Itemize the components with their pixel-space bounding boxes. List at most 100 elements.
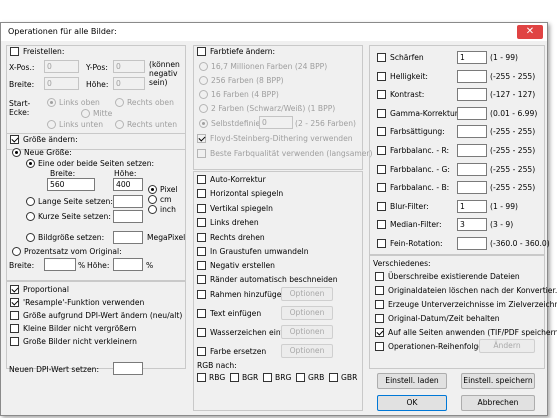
image-size-field[interactable] — [113, 231, 143, 244]
adjust-checkbox[interactable] — [377, 109, 386, 118]
adjust-checkbox[interactable] — [377, 165, 386, 174]
radio-unit-cm[interactable] — [148, 195, 157, 204]
adjust-field[interactable]: 3 — [457, 218, 487, 231]
radio-long-side[interactable] — [26, 197, 35, 206]
flip-horizontal-checkbox[interactable] — [197, 189, 206, 198]
adjust-field[interactable] — [457, 144, 487, 157]
percent-height-field[interactable] — [113, 258, 143, 271]
ypos-field[interactable]: 0 — [113, 60, 145, 73]
adjust-field[interactable] — [457, 163, 487, 176]
custom-colors-field[interactable]: 0 — [259, 116, 293, 129]
radio-percentage[interactable] — [12, 247, 21, 256]
adjust-checkbox[interactable] — [377, 146, 386, 155]
resize-checkbox[interactable] — [10, 135, 19, 144]
replace-color-checkbox[interactable] — [197, 347, 206, 356]
adjust-label: Farbbalanc. - B: — [390, 183, 450, 192]
adjust-field[interactable] — [457, 181, 487, 194]
auto-correct-checkbox[interactable] — [197, 175, 206, 184]
no-shrink-checkbox[interactable] — [10, 337, 19, 346]
rgb-bgr-checkbox[interactable] — [230, 373, 239, 382]
rotate-right-checkbox[interactable] — [197, 233, 206, 242]
crop-checkbox[interactable] — [10, 47, 19, 56]
radio-image-size[interactable] — [26, 233, 35, 242]
text-options-button[interactable]: Optionen — [281, 306, 333, 320]
adjust-field[interactable]: 1 — [457, 200, 487, 213]
radio-new-size[interactable] — [12, 148, 21, 157]
adjust-field[interactable] — [457, 70, 487, 83]
operation-order-checkbox[interactable] — [375, 342, 384, 351]
best-quality-checkbox[interactable] — [197, 149, 206, 158]
dithering-checkbox[interactable] — [197, 134, 206, 143]
rgb-rbg-checkbox[interactable] — [197, 373, 206, 382]
cancel-button[interactable]: Abbrechen — [461, 395, 535, 411]
delete-originals-checkbox[interactable] — [375, 286, 384, 295]
adjust-checkbox[interactable] — [377, 202, 386, 211]
radio-bottom-right[interactable] — [115, 120, 124, 129]
grayscale-checkbox[interactable] — [197, 247, 206, 256]
insert-text-checkbox[interactable] — [197, 309, 206, 318]
xpos-field[interactable]: 0 — [44, 60, 79, 73]
dpi-resize-checkbox[interactable] — [10, 311, 19, 320]
rgb-gbr-checkbox[interactable] — [329, 373, 338, 382]
adjust-checkbox[interactable] — [377, 127, 386, 136]
adjust-field[interactable] — [457, 107, 487, 120]
keep-date-checkbox[interactable] — [375, 314, 384, 323]
radio-24bpp[interactable] — [199, 62, 208, 71]
adjust-field[interactable] — [457, 237, 487, 250]
radio-unit-pixel[interactable] — [148, 185, 157, 194]
ok-button[interactable]: OK — [377, 395, 447, 411]
proportional-checkbox[interactable] — [10, 285, 19, 294]
radio-4bpp[interactable] — [199, 90, 208, 99]
watermark-checkbox[interactable] — [197, 328, 206, 337]
radio-center[interactable] — [81, 109, 90, 118]
color-depth-checkbox[interactable] — [197, 47, 206, 56]
color-options-button[interactable]: Optionen — [281, 344, 333, 358]
crop-height-field[interactable]: 0 — [113, 77, 145, 90]
width-field[interactable]: 560 — [47, 178, 95, 191]
crop-width-field[interactable]: 0 — [44, 77, 79, 90]
adjust-checkbox[interactable] — [377, 183, 386, 192]
close-button[interactable]: ✕ — [517, 25, 543, 39]
resample-checkbox[interactable] — [10, 298, 19, 307]
adjust-checkbox[interactable] — [377, 220, 386, 229]
rotate-left-checkbox[interactable] — [197, 218, 206, 227]
radio-unit-inch[interactable] — [148, 205, 157, 214]
flip-vertical-checkbox[interactable] — [197, 204, 206, 213]
radio-custom-colors[interactable] — [199, 119, 208, 128]
radio-bottom-left[interactable] — [47, 120, 56, 129]
new-dpi-field[interactable] — [113, 362, 143, 375]
adjust-field[interactable] — [457, 88, 487, 101]
short-side-field[interactable] — [113, 210, 143, 223]
adjust-field[interactable] — [457, 125, 487, 138]
rgb-brg-checkbox[interactable] — [263, 373, 272, 382]
radio-8bpp[interactable] — [199, 76, 208, 85]
adjust-checkbox[interactable] — [377, 239, 386, 248]
overwrite-checkbox[interactable] — [375, 272, 384, 281]
adjust-checkbox[interactable] — [377, 90, 386, 99]
top-right-label: Rechts oben — [127, 98, 174, 107]
no-enlarge-checkbox[interactable] — [10, 324, 19, 333]
adjust-checkbox[interactable] — [377, 53, 386, 62]
border-options-button[interactable]: Optionen — [281, 287, 333, 301]
percent-width-field[interactable] — [44, 258, 76, 271]
watermark-options-button[interactable]: Optionen — [281, 325, 333, 339]
negative-checkbox[interactable] — [197, 261, 206, 270]
auto-crop-checkbox[interactable] — [197, 275, 206, 284]
add-border-checkbox[interactable] — [197, 290, 206, 299]
save-settings-button[interactable]: Einstell. speichern — [461, 373, 535, 389]
adjust-field[interactable]: 1 — [457, 51, 487, 64]
change-order-button[interactable]: Ändern — [479, 339, 535, 353]
load-settings-button[interactable]: Einstell. laden — [377, 373, 447, 389]
radio-short-side[interactable] — [26, 212, 35, 221]
radio-top-left[interactable] — [47, 98, 56, 107]
long-side-field[interactable] — [113, 195, 143, 208]
radio-top-right[interactable] — [115, 98, 124, 107]
subdirs-checkbox[interactable] — [375, 300, 384, 309]
height-field[interactable]: 400 — [113, 178, 143, 191]
radio-one-or-both[interactable] — [26, 159, 35, 168]
bottom-right-label: Rechts unten — [127, 120, 178, 129]
adjust-checkbox[interactable] — [377, 72, 386, 81]
all-pages-checkbox[interactable] — [375, 328, 384, 337]
radio-1bpp[interactable] — [199, 104, 208, 113]
rgb-grb-checkbox[interactable] — [296, 373, 305, 382]
